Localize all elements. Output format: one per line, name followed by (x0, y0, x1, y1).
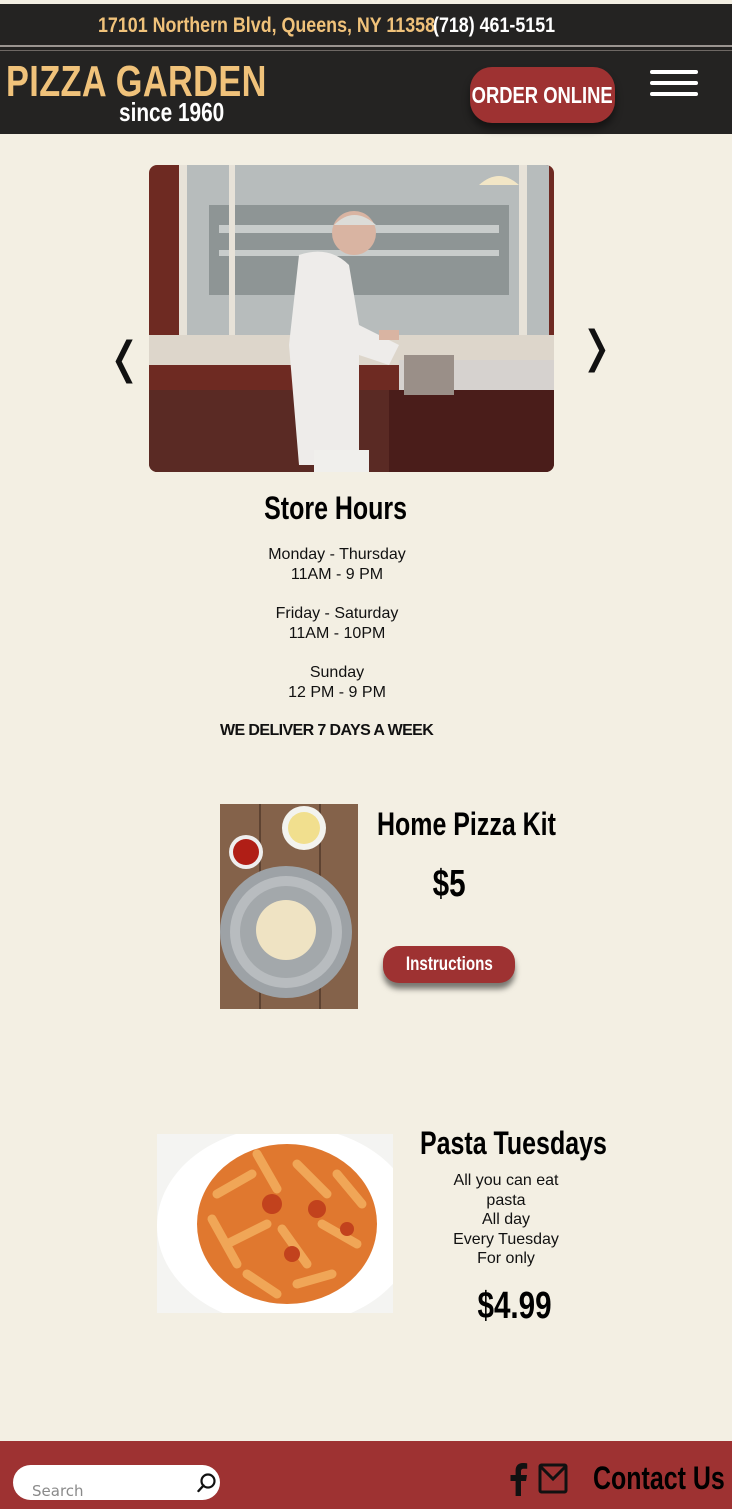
search-box (13, 1465, 220, 1508)
search-input[interactable] (32, 1465, 182, 1508)
pasta-line: For only (477, 1250, 535, 1267)
delivery-note: WE DELIVER 7 DAYS A WEEK (220, 722, 434, 739)
search-icon[interactable] (197, 1473, 217, 1493)
order-online-button[interactable]: ORDER ONLINE (470, 67, 615, 123)
order-online-label: ORDER ONLINE (471, 81, 614, 108)
header-address[interactable]: 17101 Northern Blvd, Queens, NY 11358 (98, 14, 435, 38)
carousel-prev-icon[interactable]: ❬ (106, 337, 143, 381)
hours-days: Sunday (309, 664, 365, 681)
store-hours-title: Store Hours (0, 490, 672, 527)
hours-block-mon-thu: Monday - Thursday 11AM - 9 PM (237, 545, 437, 585)
hours-time: 11AM - 10PM (288, 625, 386, 642)
header-phone[interactable]: (718) 461-5151 (433, 14, 555, 38)
mail-icon[interactable] (538, 1461, 568, 1495)
carousel-image-chef (149, 165, 554, 472)
header-divider-thin (0, 50, 732, 51)
hours-block-sun: Sunday 12 PM - 9 PM (237, 663, 437, 703)
pizza-kit-image (220, 804, 358, 1009)
instructions-button[interactable]: Instructions (383, 946, 515, 983)
pizza-kit-title-text: Home Pizza Kit (377, 806, 556, 842)
pasta-title-text: Pasta Tuesdays (420, 1125, 607, 1161)
brand-since: since 1960 (119, 97, 225, 127)
pasta-line: pasta (486, 1191, 526, 1209)
contact-us-link[interactable]: Contact Us (593, 1460, 732, 1497)
pizza-kit-price: $5 (428, 863, 470, 906)
pasta-line: All you can eat (453, 1172, 559, 1189)
pasta-price-text: $4.99 (477, 1285, 552, 1327)
hours-time: 11AM - 9 PM (290, 566, 384, 583)
pasta-image (157, 1134, 393, 1313)
pasta-price: $4.99 (467, 1285, 562, 1328)
pasta-description: All you can eat pasta All day Every Tues… (430, 1171, 582, 1269)
pasta-line: All day (481, 1211, 531, 1228)
header-top-edge (0, 0, 732, 4)
pizza-kit-title: Home Pizza Kit (377, 806, 606, 843)
store-hours-title-text: Store Hours (264, 490, 408, 526)
pasta-line: Every Tuesday (453, 1230, 559, 1248)
pizza-kit-price-text: $5 (432, 863, 466, 905)
instructions-label: Instructions (405, 953, 493, 975)
hours-block-fri-sat: Friday - Saturday 11AM - 10PM (237, 604, 437, 644)
carousel-next-icon[interactable]: ❭ (578, 326, 615, 370)
header-divider (0, 45, 732, 47)
hamburger-menu-icon[interactable] (650, 70, 698, 100)
hours-days: Friday - Saturday (275, 605, 399, 622)
contact-us-label: Contact Us (593, 1460, 725, 1496)
hours-time: 12 PM - 9 PM (288, 684, 386, 701)
hours-days: Monday - Thursday (268, 546, 406, 563)
facebook-icon[interactable] (508, 1462, 528, 1496)
pasta-title: Pasta Tuesdays (420, 1125, 660, 1162)
